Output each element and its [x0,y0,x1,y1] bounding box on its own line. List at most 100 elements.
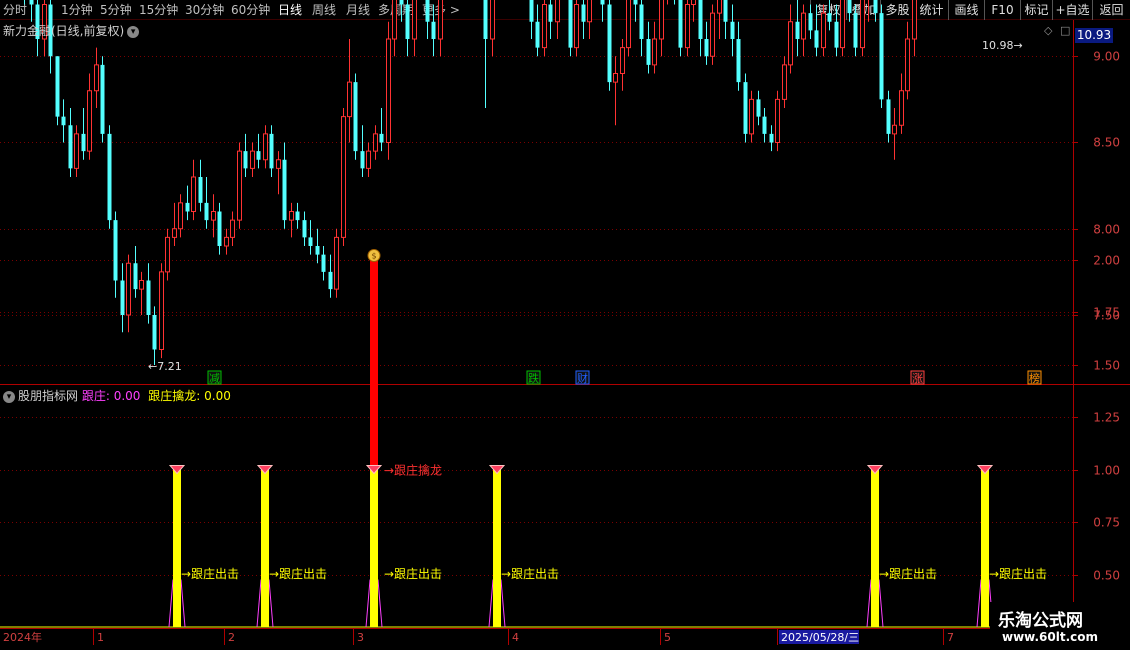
candle-body-down [646,39,651,65]
watermark-url: www.60lt.com [1002,630,1099,644]
candle-body-up [126,262,131,316]
gem-icon [488,465,506,475]
kline-chart[interactable]: 10.5010.009.509.008.508.007.502.001.751.… [0,0,1130,650]
candle-body-up [613,73,618,83]
candle-body-up [366,150,371,169]
candle-body-down [243,151,248,169]
candle-body-up [347,81,352,118]
candle-body-up [191,176,196,212]
candle-body-down [425,0,430,22]
time-label: 5 [664,631,671,644]
candle-body-down [769,133,774,143]
candle-body-up [821,12,826,49]
indicator-signal-bar [173,469,181,627]
time-label: 4 [512,631,519,644]
candle-body-up [912,0,917,40]
price-tick-label: 8.50 [1093,136,1120,150]
indicator-line2-value: 0.00 [204,389,231,403]
candle-body-down [269,133,274,169]
event-marker: 财 [577,371,588,385]
time-label: 3 [357,631,364,644]
candle-body-down [639,4,644,39]
candle-body-down [360,151,365,169]
candle-body-up [412,0,417,40]
indicator-tick-label: 0.75 [1093,516,1120,530]
candle-body-up [710,12,715,57]
candle-body-up [788,21,793,66]
candle-body-down [879,13,884,100]
candle-body-up [386,38,391,143]
candle-body-up [392,0,397,40]
candle-body-down [886,99,891,134]
indicator-signal-bar [493,469,501,627]
candle-body-down [328,271,333,290]
candle-body-down [736,39,741,83]
candle-body-up [717,0,722,14]
chevron-down-icon[interactable]: ▾ [127,25,140,38]
indicator-signal-bar [981,469,989,627]
settings-icon: □ [1060,24,1070,37]
low-price-label: ←7.21 [148,360,182,373]
candle-body-up [224,236,229,247]
candle-body-down [399,0,404,5]
gem-icon [256,465,274,475]
candle-body-down [302,220,307,238]
candle-body-up [373,133,378,152]
candle-body-down [61,116,66,126]
candle-body-up [620,47,625,74]
indicator-line2-label: 跟庄擒龙: [148,389,201,403]
candle-body-down [431,21,436,39]
candle-body-up [94,64,99,92]
candle-body-down [568,0,573,48]
candle-body-down [308,237,313,246]
price-tick-label: 8.00 [1093,223,1120,237]
candle-body-down [353,82,358,152]
candle-body-down [405,4,410,39]
candle-body-down [198,177,203,203]
candle-body-up [574,4,579,49]
candle-body-up [250,150,255,169]
candle-body-up [840,0,845,49]
event-marker: 榜 [1029,371,1040,385]
candle-body-down [756,99,761,117]
candle-body-down [29,0,34,5]
candle-body-down [698,0,703,39]
candle-body-up [542,4,547,49]
follow-signal-label: →跟庄出击 [181,566,239,581]
indicator-tick-label: 1.75 [1093,306,1120,320]
candle-body-up [801,12,806,40]
indicator-signal-bar [871,469,879,627]
price-tick-label: 9.00 [1093,50,1120,64]
follow-signal-label: →跟庄出击 [879,566,937,581]
candle-body-down [113,220,118,281]
candle-body-up [490,0,495,40]
gem-icon [976,465,994,475]
candle-body-down [814,30,819,48]
candle-body-up [334,236,339,290]
candle-body-down [379,133,384,143]
candle-body-up [555,0,560,23]
candle-body-up [438,0,443,40]
indicator-tick-label: 1.50 [1093,359,1120,373]
indicator-tick-label: 2.00 [1093,254,1120,268]
indicator-line1-label: 跟庄: [81,389,110,403]
candle-body-up [860,0,865,49]
candle-body-up [626,0,631,49]
candle-body-down [548,4,553,22]
candle-body-up [237,150,242,221]
candle-body-down [68,125,73,169]
gem-icon [866,465,884,475]
candle-body-down [146,280,151,315]
candle-body-down [120,280,125,315]
candle-body-down [762,116,767,134]
chevron-down-icon[interactable]: ▾ [3,390,15,403]
money-bag-glyph: $ [371,252,376,261]
candle-body-up [659,0,664,40]
candle-body-up [587,0,592,23]
candle-body-down [55,56,60,117]
candle-body-down [607,4,612,83]
high-price-label: 10.98→ [982,39,1023,52]
indicator-tick-label: 0.50 [1093,569,1120,583]
candle-body-down [704,39,709,57]
candle-body-up [211,211,216,221]
